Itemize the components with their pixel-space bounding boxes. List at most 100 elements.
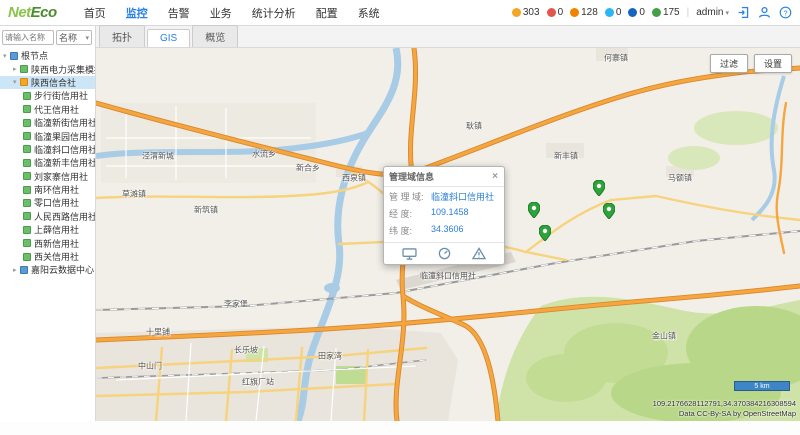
tree-item-site[interactable]: 临潼新丰信用社 [0, 156, 95, 169]
tree-item-site[interactable]: 人民西路信用社 [0, 210, 95, 223]
alarm-view-icon[interactable] [472, 247, 486, 260]
footer [0, 421, 800, 435]
close-icon[interactable]: × [491, 171, 499, 182]
tree-item-site[interactable]: ▸陕西电力采集模拟 [0, 62, 95, 75]
search-input[interactable] [2, 30, 54, 45]
cursor-coordinates: 109.2176628112791,34.370384216308594 [653, 399, 796, 409]
alarm-major-count: 0 [558, 7, 564, 18]
popup-row: 经 度: 109.1458 [384, 204, 504, 221]
tree-item-site[interactable]: 临潼果园信用社 [0, 129, 95, 142]
nav-home[interactable]: 首页 [75, 0, 115, 26]
nav-statistics[interactable]: 统计分析 [243, 0, 305, 26]
map-toolbar: 过滤 设置 [710, 54, 792, 73]
map-popup: 管理域信息 × 管 理 域: 临潼斜口信用社 经 度: 109.1458 纬 度… [383, 166, 505, 265]
tab-topology[interactable]: 拓扑 [99, 25, 145, 47]
site-icon [23, 172, 31, 180]
tree-item-root[interactable]: ▾根节点 [0, 49, 95, 62]
filter-button[interactable]: 过滤 [710, 54, 748, 73]
tree-item-site[interactable]: 西新信用社 [0, 236, 95, 249]
alarm-critical-count: 303 [523, 7, 540, 18]
nav-config[interactable]: 配置 [307, 0, 347, 26]
performance-icon[interactable] [438, 247, 451, 260]
alarm-major-icon [547, 8, 556, 17]
help-icon[interactable]: ? [778, 6, 792, 20]
site-icon [20, 65, 28, 73]
site-marker[interactable] [528, 202, 540, 223]
alarm-warning-count: 0 [616, 7, 622, 18]
view-tabs: 拓扑 GIS 概览 [96, 26, 800, 48]
popup-field-label: 管 理 域: [389, 190, 431, 203]
tree-item-site[interactable]: 刘家寨信用社 [0, 170, 95, 183]
alarm-minor-icon [570, 8, 579, 17]
tree-item-site[interactable]: 南环信用社 [0, 183, 95, 196]
tab-overview[interactable]: 概览 [192, 25, 238, 47]
logo-net: Net [8, 4, 31, 21]
tree-item-site[interactable]: 西关信用社 [0, 250, 95, 263]
popup-actions [384, 242, 504, 264]
header-right: 303 0 128 0 0 175 | admin▾ ? [512, 6, 792, 20]
filter-label: 名称 [59, 31, 77, 44]
site-icon [23, 253, 31, 261]
tree-item-site[interactable]: 上薛信用社 [0, 223, 95, 236]
alarm-critical-badge[interactable]: 303 [512, 7, 540, 18]
site-icon [20, 78, 28, 86]
tree-item-datacenter[interactable]: ▸嘉阳云数据中心 [0, 263, 95, 276]
map-status: 109.2176628112791,34.370384216308594 Dat… [653, 399, 796, 419]
header-separator: | [687, 7, 690, 18]
expander-icon[interactable]: ▸ [13, 266, 20, 274]
site-icon [23, 132, 31, 140]
popup-field-value: 109.1458 [431, 207, 469, 220]
nav-monitor[interactable]: 监控 [117, 0, 157, 26]
tree-item-site[interactable]: 零口信用社 [0, 196, 95, 209]
alarm-info-icon [628, 8, 637, 17]
scale-label: 5 km [754, 383, 769, 390]
nav-system[interactable]: 系统 [349, 0, 389, 26]
site-icon [23, 119, 31, 127]
popup-field-label: 纬 度: [389, 224, 431, 237]
tree-item-site[interactable]: 代王信用社 [0, 103, 95, 116]
alarm-warning-icon [605, 8, 614, 17]
page-body: 名称 ▾ ▾根节点 ▸陕西电力采集模拟 ▾陕西信合社 步行街信用社 代王信用社 临… [0, 26, 800, 421]
tree-item-site[interactable]: 临潼斜口信用社 [0, 143, 95, 156]
site-marker[interactable] [593, 180, 605, 201]
expander-icon[interactable]: ▾ [13, 78, 20, 86]
device-view-icon[interactable] [402, 248, 417, 260]
site-marker[interactable] [603, 203, 615, 224]
username: admin [696, 7, 723, 18]
alarm-normal-badge[interactable]: 175 [652, 7, 680, 18]
tree-item-site[interactable]: 步行街信用社 [0, 89, 95, 102]
tree-search-row: 名称 ▾ [0, 26, 95, 48]
popup-field-value[interactable]: 临潼斜口信用社 [431, 190, 494, 203]
expander-icon[interactable]: ▾ [3, 52, 10, 60]
gis-map[interactable]: 何寨镇 耿镇 新丰镇 马额镇 泾渭新城 草滩镇 水流乡 新合乡 西泉镇 新筑镇 … [96, 48, 800, 421]
nav-alarm[interactable]: 告警 [159, 0, 199, 26]
site-marker[interactable] [539, 225, 551, 246]
alarm-major-badge[interactable]: 0 [547, 7, 564, 18]
root-node-icon [10, 52, 18, 60]
nav-business[interactable]: 业务 [201, 0, 241, 26]
site-tree-panel: 名称 ▾ ▾根节点 ▸陕西电力采集模拟 ▾陕西信合社 步行街信用社 代王信用社 临… [0, 26, 96, 421]
chevron-down-icon: ▾ [85, 34, 89, 42]
chevron-down-icon: ▾ [725, 9, 729, 17]
site-icon [23, 159, 31, 167]
popup-field-value: 34.3606 [431, 224, 464, 237]
user-icon[interactable] [757, 6, 771, 20]
scale-bar: 5 km [734, 381, 790, 391]
site-icon [23, 226, 31, 234]
alarm-warning-badge[interactable]: 0 [605, 7, 622, 18]
tree-item-site-selected[interactable]: ▾陕西信合社 [0, 76, 95, 89]
tab-gis[interactable]: GIS [147, 29, 190, 47]
site-icon [23, 239, 31, 247]
alarm-normal-icon [652, 8, 661, 17]
logout-icon[interactable] [736, 6, 750, 20]
tree-item-site[interactable]: 临潼新街信用社 [0, 116, 95, 129]
expander-icon[interactable]: ▸ [13, 65, 20, 73]
alarm-minor-badge[interactable]: 128 [570, 7, 598, 18]
user-menu[interactable]: admin▾ [696, 7, 729, 18]
alarm-info-badge[interactable]: 0 [628, 7, 645, 18]
search-filter-dropdown[interactable]: 名称 ▾ [56, 30, 92, 45]
settings-button[interactable]: 设置 [754, 54, 792, 73]
site-icon [23, 212, 31, 220]
alarm-info-count: 0 [639, 7, 645, 18]
popup-row: 管 理 域: 临潼斜口信用社 [384, 187, 504, 204]
